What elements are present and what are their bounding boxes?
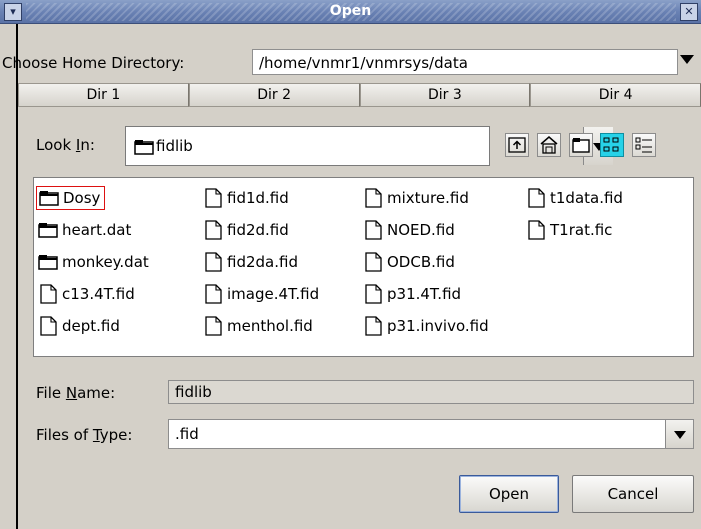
folder-item-monkey[interactable]: monkey.dat	[36, 250, 153, 274]
list-view-icon[interactable]	[600, 133, 624, 157]
window-frame-left	[0, 24, 18, 529]
dir-1-button[interactable]: Dir 1	[18, 83, 189, 107]
file-icon	[528, 220, 545, 240]
open-button[interactable]: Open	[459, 475, 559, 513]
file-icon	[205, 252, 222, 272]
file-type-label: Files of Type:	[36, 426, 133, 444]
close-icon[interactable]: ✕	[680, 3, 698, 21]
look-in-combo[interactable]: fidlib	[125, 126, 613, 166]
file-item-fid1d[interactable]: fid1d.fid	[201, 186, 293, 210]
file-icon	[205, 220, 222, 240]
file-icon	[205, 188, 222, 208]
file-item-image[interactable]: image.4T.fid	[201, 282, 323, 306]
file-item-noed[interactable]: NOED.fid	[361, 218, 459, 242]
dir-tabs: Dir 1 Dir 2 Dir 3 Dir 4	[18, 83, 701, 107]
cancel-button[interactable]: Cancel	[572, 475, 694, 513]
title-bar[interactable]: Open ▾ ✕	[0, 0, 701, 24]
file-icon	[365, 188, 382, 208]
file-item-mixture[interactable]: mixture.fid	[361, 186, 473, 210]
file-name-label: File Name:	[36, 384, 116, 402]
folder-icon	[38, 255, 58, 270]
window-menu-icon[interactable]: ▾	[4, 3, 22, 21]
file-type-dropdown-icon[interactable]	[665, 420, 693, 448]
file-icon	[365, 316, 382, 336]
file-item-menthol[interactable]: menthol.fid	[201, 314, 317, 338]
look-in-label: Look In:	[36, 136, 95, 154]
file-icon	[365, 252, 382, 272]
look-in-value: fidlib	[156, 137, 193, 155]
file-item-p31-invivo[interactable]: p31.invivo.fid	[361, 314, 493, 338]
home-directory-field[interactable]: /home/vnmr1/vnmrsys/data	[252, 49, 678, 75]
file-item-fid2d[interactable]: fid2d.fid	[201, 218, 293, 242]
file-item-t1rat[interactable]: T1rat.fic	[524, 218, 616, 242]
file-item-c13[interactable]: c13.4T.fid	[36, 282, 139, 306]
file-list[interactable]: Dosy heart.dat monkey.dat c13.4T.fid dep…	[33, 177, 694, 357]
home-directory-dropdown-icon[interactable]	[680, 55, 694, 64]
folder-icon	[39, 191, 59, 206]
file-icon	[40, 284, 57, 304]
home-directory-label: Choose Home Directory:	[2, 54, 185, 72]
dir-3-button[interactable]: Dir 3	[359, 83, 531, 107]
dir-2-button[interactable]: Dir 2	[188, 83, 360, 107]
file-item-t1data[interactable]: t1data.fid	[524, 186, 627, 210]
folder-item-dosy[interactable]: Dosy	[36, 186, 106, 210]
folder-icon	[134, 140, 154, 155]
window-title: Open	[329, 3, 372, 19]
file-item-dept[interactable]: dept.fid	[36, 314, 124, 338]
file-icon	[40, 316, 57, 336]
file-type-combo[interactable]: .fid	[168, 419, 694, 449]
file-icon	[205, 316, 222, 336]
up-folder-icon[interactable]	[505, 133, 529, 157]
home-icon[interactable]	[537, 133, 561, 157]
file-name-field[interactable]: fidlib	[168, 380, 694, 404]
dir-4-button[interactable]: Dir 4	[530, 83, 701, 107]
file-item-fid2da[interactable]: fid2da.fid	[201, 250, 302, 274]
file-icon	[205, 284, 222, 304]
home-directory-row: Choose Home Directory: /home/vnmr1/vnmrs…	[0, 48, 701, 76]
file-item-p31-4t[interactable]: p31.4T.fid	[361, 282, 465, 306]
file-icon	[528, 188, 545, 208]
file-icon	[365, 284, 382, 304]
folder-item-heart[interactable]: heart.dat	[36, 218, 135, 242]
new-folder-icon[interactable]	[569, 133, 593, 157]
details-view-icon[interactable]	[632, 133, 656, 157]
file-item-odcb[interactable]: ODCB.fid	[361, 250, 459, 274]
folder-icon	[38, 223, 58, 238]
file-type-value: .fid	[175, 425, 199, 443]
file-icon	[365, 220, 382, 240]
